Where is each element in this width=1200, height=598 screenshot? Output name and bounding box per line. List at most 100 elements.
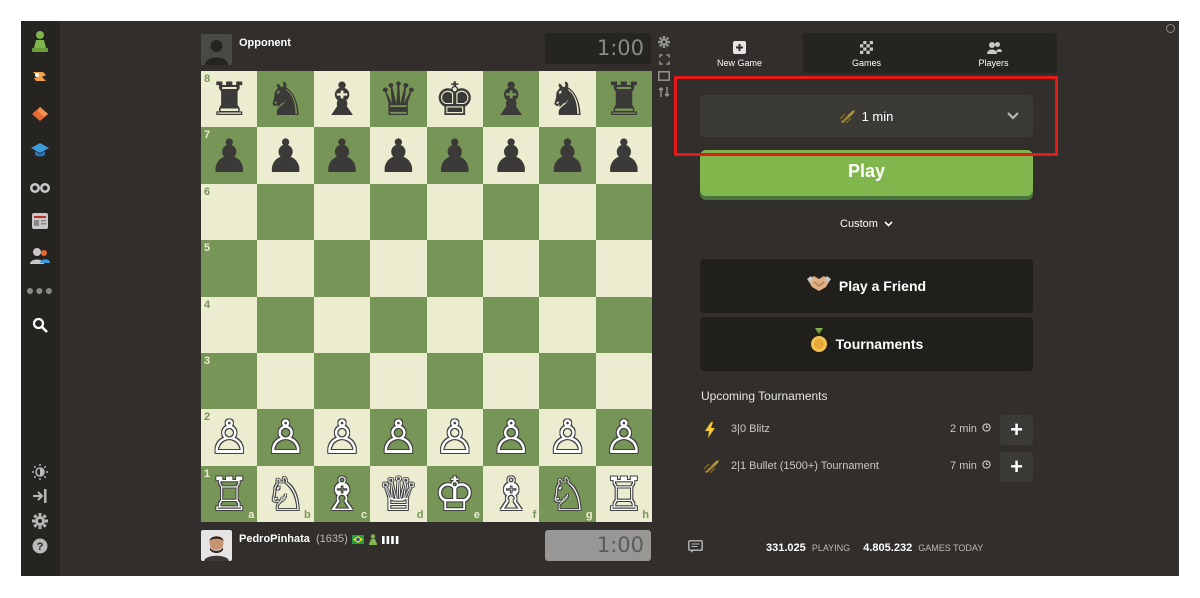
help-icon[interactable]: ? (29, 535, 51, 557)
black-piece[interactable]: ♜ (201, 71, 257, 127)
chess-board[interactable]: 8 ♜ ♞ ♝ ♛ ♚ ♝ ♞ ♜ 7 ♟ ♟ ♟ ♟ ♟ ♟ ♟ ♟ 6 5 4 3 2 ♙ ♙ ♙ ♙ ♙ ♙ ♙ ♙ 1 a ♖ b ♘ c ♗ d ♕… (201, 71, 653, 523)
board-square[interactable] (482, 183, 540, 241)
board-square[interactable] (426, 183, 483, 241)
tab-new-game[interactable]: New Game (676, 33, 803, 73)
white-piece[interactable]: ♗ (314, 466, 370, 522)
watch-icon[interactable] (29, 175, 51, 197)
board-square[interactable] (426, 352, 483, 410)
social-icon[interactable] (29, 245, 51, 267)
board-square[interactable] (539, 352, 596, 410)
white-piece[interactable]: ♙ (201, 409, 257, 465)
board-square[interactable] (595, 183, 653, 241)
black-piece[interactable]: ♟ (257, 127, 313, 183)
theater-mode-icon[interactable] (657, 69, 671, 83)
black-piece[interactable]: ♞ (539, 71, 595, 127)
black-piece[interactable]: ♟ (201, 127, 257, 183)
board-square[interactable] (313, 352, 371, 410)
opponent-name[interactable]: Opponent (239, 37, 291, 49)
board-square[interactable] (595, 352, 653, 410)
tournaments-button[interactable]: Tournaments (700, 317, 1033, 371)
white-piece[interactable]: ♙ (257, 409, 313, 465)
white-piece[interactable]: ♙ (539, 409, 595, 465)
more-icon[interactable]: ●●● (26, 279, 53, 301)
board-square[interactable] (370, 352, 427, 410)
board-square[interactable] (426, 296, 483, 353)
settings-icon[interactable] (29, 510, 51, 532)
collapse-icon[interactable] (29, 485, 51, 507)
puzzle-icon[interactable] (29, 67, 51, 89)
black-piece[interactable]: ♟ (539, 127, 595, 183)
tab-players[interactable]: Players (930, 33, 1057, 73)
board-square[interactable] (426, 240, 483, 297)
tournament-row[interactable]: 3|0 Blitz 2 min + (700, 415, 1033, 445)
board-square[interactable]: 6 (201, 183, 258, 241)
white-piece[interactable]: ♙ (427, 409, 483, 465)
white-piece[interactable]: ♙ (483, 409, 539, 465)
board-square[interactable] (313, 183, 371, 241)
tournament-row[interactable]: 2|1 Bullet (1500+) Tournament 7 min + (700, 452, 1033, 482)
board-square[interactable] (257, 296, 314, 353)
black-piece[interactable]: ♟ (483, 127, 539, 183)
board-square[interactable]: 3 (201, 352, 258, 410)
white-piece[interactable]: ♕ (370, 466, 426, 522)
black-piece[interactable]: ♟ (596, 127, 652, 183)
white-piece[interactable]: ♘ (257, 466, 313, 522)
white-piece[interactable]: ♙ (596, 409, 652, 465)
black-piece[interactable]: ♝ (483, 71, 539, 127)
player-name[interactable]: PedroPinhata (1635) (239, 533, 348, 545)
white-piece[interactable]: ♙ (314, 409, 370, 465)
black-piece[interactable]: ♚ (427, 71, 483, 127)
pawn-logo-icon[interactable] (29, 30, 51, 52)
search-icon[interactable] (29, 314, 51, 336)
board-square[interactable]: 4 (201, 296, 258, 353)
board-square[interactable] (257, 352, 314, 410)
board-square[interactable] (313, 296, 371, 353)
opponent-avatar[interactable] (201, 33, 232, 65)
board-square[interactable] (595, 240, 653, 297)
board-square[interactable] (482, 296, 540, 353)
join-tournament-button[interactable]: + (1000, 452, 1033, 482)
theme-icon[interactable] (29, 461, 51, 483)
custom-toggle[interactable]: Custom (676, 218, 1057, 230)
black-piece[interactable]: ♜ (596, 71, 652, 127)
chat-icon[interactable] (688, 540, 703, 557)
window-corner-icon[interactable] (1166, 24, 1175, 33)
white-piece[interactable]: ♖ (596, 466, 652, 522)
white-piece[interactable]: ♗ (483, 466, 539, 522)
play-button[interactable]: Play (700, 150, 1033, 196)
board-square[interactable] (595, 296, 653, 353)
board-square[interactable] (257, 183, 314, 241)
tab-games[interactable]: Games (803, 33, 930, 73)
black-piece[interactable]: ♞ (257, 71, 313, 127)
player-avatar[interactable] (201, 529, 232, 561)
news-icon[interactable] (29, 210, 51, 232)
board-square[interactable] (539, 296, 596, 353)
lessons-icon[interactable] (29, 103, 51, 125)
white-piece[interactable]: ♙ (370, 409, 426, 465)
white-piece[interactable]: ♖ (201, 466, 257, 522)
black-piece[interactable]: ♟ (370, 127, 426, 183)
play-friend-button[interactable]: Play a Friend (700, 259, 1033, 313)
board-square[interactable] (313, 240, 371, 297)
black-piece[interactable]: ♛ (370, 71, 426, 127)
flip-board-icon[interactable] (657, 85, 671, 99)
board-square[interactable] (482, 352, 540, 410)
board-square[interactable] (539, 240, 596, 297)
black-piece[interactable]: ♟ (427, 127, 483, 183)
white-piece[interactable]: ♔ (427, 466, 483, 522)
black-piece[interactable]: ♝ (314, 71, 370, 127)
handshake-icon (806, 274, 831, 298)
board-square[interactable] (370, 240, 427, 297)
board-square[interactable] (257, 240, 314, 297)
white-piece[interactable]: ♘ (539, 466, 595, 522)
fullscreen-icon[interactable] (657, 52, 671, 66)
board-square[interactable] (370, 296, 427, 353)
board-square[interactable] (482, 240, 540, 297)
join-tournament-button[interactable]: + (1000, 415, 1033, 445)
board-settings-icon[interactable] (657, 35, 671, 49)
learn-icon[interactable] (29, 139, 51, 161)
black-piece[interactable]: ♟ (314, 127, 370, 183)
board-square[interactable]: 5 (201, 240, 258, 297)
board-square[interactable] (539, 183, 596, 241)
board-square[interactable] (370, 183, 427, 241)
